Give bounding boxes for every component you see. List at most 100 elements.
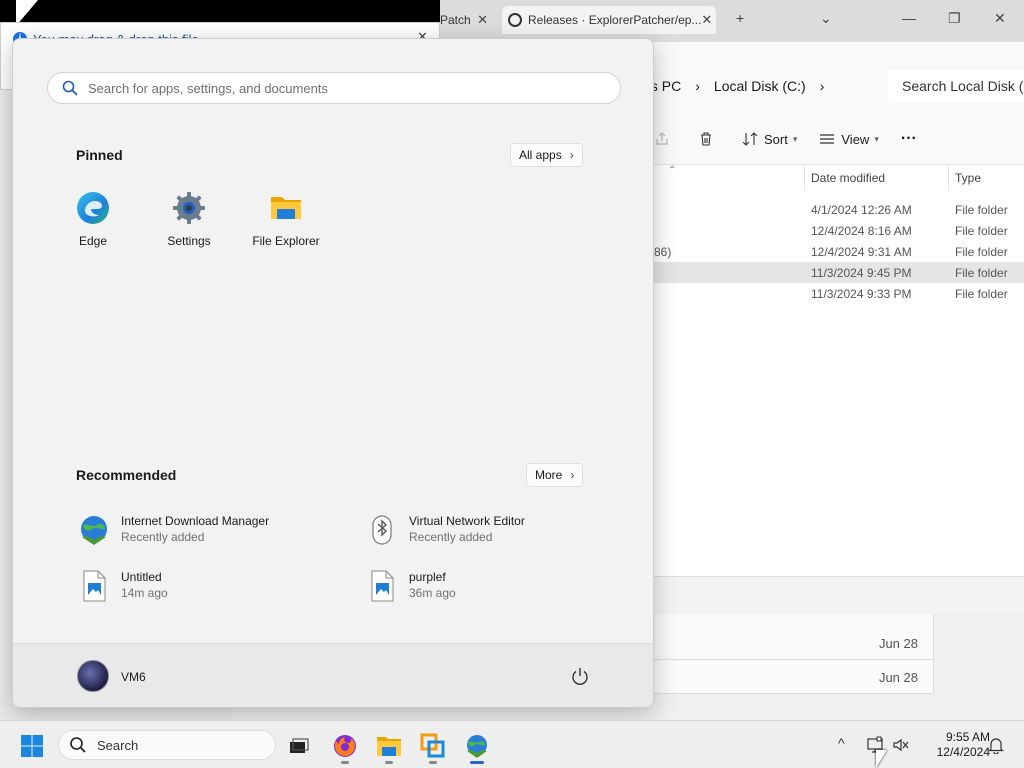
taskbar: Search ^ 9:55 AM 12/4/2024 (0, 720, 1024, 768)
tab-close-icon[interactable]: ✕ (477, 12, 488, 28)
chevron-right-icon: › (570, 468, 575, 482)
mouse-cursor-icon (876, 750, 887, 768)
row-date-modified: 11/3/2024 9:33 PM (811, 287, 912, 301)
notification-bell-icon[interactable] (988, 736, 1004, 754)
breadcrumb-local-disk[interactable]: Local Disk (C:) (714, 78, 806, 94)
row-date-modified: 11/3/2024 9:45 PM (811, 266, 912, 280)
running-indicator (429, 761, 437, 764)
folder-icon (377, 737, 401, 756)
recommended-item-name: purplef (409, 570, 446, 584)
row-date-modified: 12/4/2024 8:16 AM (811, 224, 912, 238)
share-button[interactable] (654, 131, 676, 147)
recommended-item-subtitle: Recently added (121, 530, 205, 544)
tab-title: Patch (440, 13, 471, 27)
pinned-app-settings[interactable]: Settings (144, 191, 234, 248)
file-list: ⌃ Date modified Type 4/1/2024 12:26 AM Fi… (654, 164, 1024, 576)
table-row[interactable]: 11/3/2024 9:33 PM File folder (654, 283, 1024, 304)
more-button[interactable]: More › (526, 463, 584, 487)
breadcrumb-chevron-icon[interactable]: › (695, 78, 700, 94)
recommended-item-purplef[interactable]: purplef 36m ago (365, 567, 625, 607)
show-hidden-icons-button[interactable]: ^ (838, 735, 845, 751)
table-row[interactable]: 12/4/2024 8:16 AM File folder (654, 220, 1024, 241)
browser-tab-strip: Patch ✕ Releases · ExplorerPatcher/ep...… (440, 0, 1024, 42)
breadcrumb-chevron-icon[interactable]: › (820, 78, 825, 94)
taskbar-firefox[interactable] (332, 733, 358, 764)
maximize-button[interactable]: ❐ (948, 10, 961, 27)
column-type[interactable]: Type (955, 171, 981, 185)
column-date-modified[interactable]: Date modified (811, 171, 885, 185)
more-options-button[interactable]: ··· (901, 130, 917, 148)
row-date-modified: 12/4/2024 9:31 AM (811, 245, 912, 259)
tab-close-icon[interactable]: ✕ (701, 12, 712, 28)
recommended-item-subtitle: Recently added (409, 530, 493, 544)
start-search-box[interactable] (47, 72, 621, 104)
taskbar-vmware[interactable] (420, 733, 446, 764)
firefox-icon (334, 735, 356, 757)
view-icon (820, 134, 835, 144)
start-search-input[interactable] (88, 80, 608, 96)
user-name[interactable]: VM6 (121, 670, 146, 684)
start-menu: Pinned All apps › Edge Settings (12, 38, 654, 708)
delete-button[interactable] (698, 131, 720, 147)
list-item[interactable]: Jun 28 (654, 660, 934, 694)
recommended-item-subtitle: 36m ago (409, 586, 456, 600)
task-view-icon (290, 738, 309, 753)
running-indicator (470, 761, 484, 764)
volume-muted-icon[interactable] (892, 736, 910, 754)
chevron-right-icon: › (569, 148, 574, 162)
recommended-item-idm[interactable]: Internet Download Manager Recently added (77, 511, 337, 551)
windows-start-icon[interactable] (20, 734, 44, 758)
bluetooth-icon (372, 515, 392, 545)
pinned-title: Pinned (76, 147, 123, 163)
table-row[interactable]: 4/1/2024 12:26 AM File folder (654, 199, 1024, 220)
explorer-toolbar: Sort ▾ View ▾ ··· (654, 124, 939, 154)
system-clock[interactable]: 9:55 AM 12/4/2024 (918, 730, 990, 760)
view-button[interactable]: View ▾ (819, 131, 879, 147)
minimize-button[interactable]: — (902, 10, 916, 26)
start-menu-footer: VM6 (13, 643, 653, 707)
settings-gear-icon (173, 192, 205, 224)
sort-up-icon: ⌃ (668, 165, 677, 176)
black-region (0, 0, 440, 22)
browser-tab-partial[interactable]: Patch ✕ (440, 6, 496, 34)
new-tab-button[interactable]: + (736, 10, 744, 26)
tab-list-button[interactable]: ⌄ (820, 10, 832, 27)
folder-icon (271, 197, 301, 219)
edge-icon (77, 192, 109, 224)
taskbar-task-view[interactable] (286, 733, 312, 759)
clock-date: 12/4/2024 (936, 745, 990, 759)
power-icon[interactable] (569, 666, 591, 688)
all-apps-label: All apps (519, 148, 562, 162)
recommended-item-name: Untitled (121, 570, 162, 584)
trash-icon (701, 132, 711, 146)
pinned-app-edge[interactable]: Edge (48, 191, 138, 248)
pinned-app-file-explorer[interactable]: File Explorer (241, 191, 331, 248)
taskbar-search[interactable]: Search (58, 730, 276, 760)
tab-title: Releases · ExplorerPatcher/ep... (528, 13, 702, 27)
recommended-item-virtual-network-editor[interactable]: Virtual Network Editor Recently added (365, 511, 625, 551)
row-name: 86) (654, 245, 672, 259)
pinned-app-label: File Explorer (252, 234, 320, 248)
running-indicator (341, 761, 349, 764)
recommended-item-untitled[interactable]: Untitled 14m ago (77, 567, 337, 607)
all-apps-button[interactable]: All apps › (510, 143, 583, 167)
idm-globe-icon (467, 735, 487, 758)
list-item-date: Jun 28 (878, 636, 918, 651)
list-item[interactable]: Jun 28 (654, 626, 934, 660)
recommended-item-subtitle: 14m ago (121, 586, 168, 600)
table-row[interactable]: 86) 12/4/2024 9:31 AM File folder (654, 241, 1024, 262)
background-file-list: Jun 28 Jun 28 (654, 614, 934, 694)
column-divider (804, 165, 805, 191)
view-label: View (841, 131, 870, 147)
more-label: More (535, 468, 563, 482)
breadcrumb: his PC › Local Disk (C:) › (640, 70, 838, 102)
table-row[interactable]: 11/3/2024 9:45 PM File folder (654, 262, 1024, 283)
taskbar-search-label: Search (97, 737, 139, 753)
taskbar-idm[interactable] (464, 733, 490, 764)
taskbar-file-explorer[interactable] (376, 733, 402, 764)
explorer-search-input[interactable]: Search Local Disk (C:) (888, 70, 1024, 102)
avatar[interactable] (77, 660, 109, 692)
close-window-button[interactable]: ✕ (994, 10, 1006, 27)
browser-tab-releases[interactable]: Releases · ExplorerPatcher/ep... ✕ (502, 6, 716, 34)
sort-button[interactable]: Sort ▾ (742, 131, 797, 147)
